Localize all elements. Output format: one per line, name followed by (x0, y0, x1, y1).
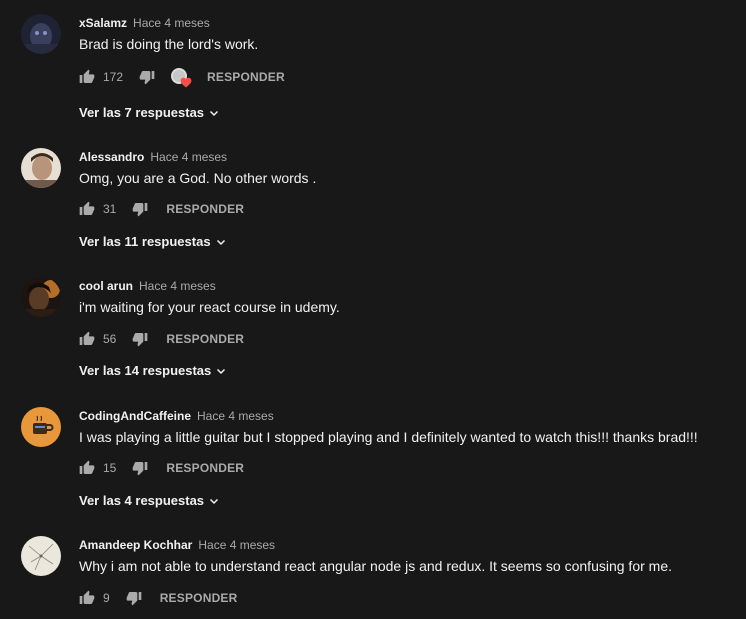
avatar[interactable] (21, 407, 61, 447)
chevron-down-icon (216, 239, 225, 245)
like-count: 56 (103, 332, 117, 346)
comment-header: Alessandro Hace 4 meses (79, 149, 227, 165)
view-replies-button[interactable]: Ver las 14 respuestas (79, 363, 227, 378)
thumbs-up-icon (79, 201, 95, 215)
thumbs-up-icon (79, 590, 95, 604)
reply-button[interactable]: RESPONDER (166, 461, 244, 475)
timestamp[interactable]: Hace 4 meses (197, 409, 274, 423)
comment-text: i'm waiting for your react course in ude… (79, 299, 340, 315)
view-replies-button[interactable]: Ver las 4 respuestas (79, 493, 220, 508)
avatar[interactable] (21, 277, 61, 317)
comment-actions: 172 RESPONDER (75, 65, 285, 89)
like-count: 172 (103, 70, 124, 84)
view-replies-label: Ver las 11 respuestas (79, 234, 211, 249)
reply-button[interactable]: RESPONDER (207, 70, 285, 84)
dislike-button[interactable] (128, 197, 152, 221)
reply-button[interactable]: RESPONDER (160, 591, 238, 605)
like-button[interactable] (75, 197, 99, 221)
thumbs-down-icon (139, 71, 155, 85)
comment-header: CodingAndCaffeine Hace 4 meses (79, 408, 274, 424)
thumbs-down-icon (133, 333, 148, 347)
comment-text: Why i am not able to understand react an… (79, 558, 672, 574)
comment-actions: 56 RESPONDER (75, 327, 244, 351)
avatar[interactable] (21, 536, 61, 576)
timestamp[interactable]: Hace 4 meses (133, 16, 210, 30)
author-name[interactable]: Alessandro (79, 150, 144, 164)
view-replies-button[interactable]: Ver las 7 respuestas (79, 105, 220, 120)
comment-text: Omg, you are a God. No other words . (79, 170, 317, 186)
dislike-button[interactable] (128, 456, 152, 480)
timestamp[interactable]: Hace 4 meses (150, 150, 227, 164)
comment-actions: 15 RESPONDER (75, 456, 244, 480)
avatar[interactable] (21, 14, 61, 54)
dislike-button[interactable] (128, 327, 152, 351)
comment-actions: 31 RESPONDER (75, 197, 244, 221)
author-name[interactable]: xSalamz (79, 16, 127, 30)
view-replies-button[interactable]: Ver las 11 respuestas (79, 234, 227, 249)
view-replies-label: Ver las 14 respuestas (79, 363, 212, 378)
dislike-button[interactable] (122, 586, 146, 610)
view-replies-label: Ver las 4 respuestas (79, 493, 205, 508)
author-name[interactable]: cool arun (79, 279, 133, 293)
chevron-down-icon (217, 368, 226, 374)
like-count: 15 (103, 461, 117, 475)
timestamp[interactable]: Hace 4 meses (139, 279, 216, 293)
comment-text: I was playing a little guitar but I stop… (79, 429, 698, 445)
comment-header: cool arun Hace 4 meses (79, 278, 216, 294)
like-button[interactable] (75, 586, 99, 610)
view-replies-label: Ver las 7 respuestas (79, 105, 205, 120)
author-name[interactable]: CodingAndCaffeine (79, 409, 191, 423)
like-button[interactable] (75, 456, 99, 480)
like-button[interactable] (75, 327, 99, 351)
timestamp[interactable]: Hace 4 meses (198, 538, 275, 552)
avatar[interactable] (21, 148, 61, 188)
thumbs-up-icon (79, 460, 95, 474)
thumbs-up-icon (79, 331, 95, 345)
dislike-button[interactable] (135, 65, 159, 89)
comment-actions: 9 RESPONDER (75, 586, 238, 610)
thumbs-down-icon (133, 203, 148, 217)
chevron-down-icon (210, 110, 219, 116)
thumbs-down-icon (133, 462, 148, 476)
like-button[interactable] (75, 65, 99, 89)
thumbs-down-icon (126, 592, 142, 606)
comment-header: xSalamz Hace 4 meses (79, 15, 210, 31)
comment-header: Amandeep Kochhar Hace 4 meses (79, 537, 275, 553)
like-count: 9 (103, 591, 110, 605)
comment-text: Brad is doing the lord's work. (79, 36, 259, 52)
chevron-down-icon (210, 498, 219, 504)
reply-button[interactable]: RESPONDER (166, 332, 244, 346)
like-count: 31 (103, 202, 117, 216)
creator-heart-icon (169, 65, 193, 89)
reply-button[interactable]: RESPONDER (166, 202, 244, 216)
thumbs-up-icon (79, 69, 95, 83)
author-name[interactable]: Amandeep Kochhar (79, 538, 192, 552)
